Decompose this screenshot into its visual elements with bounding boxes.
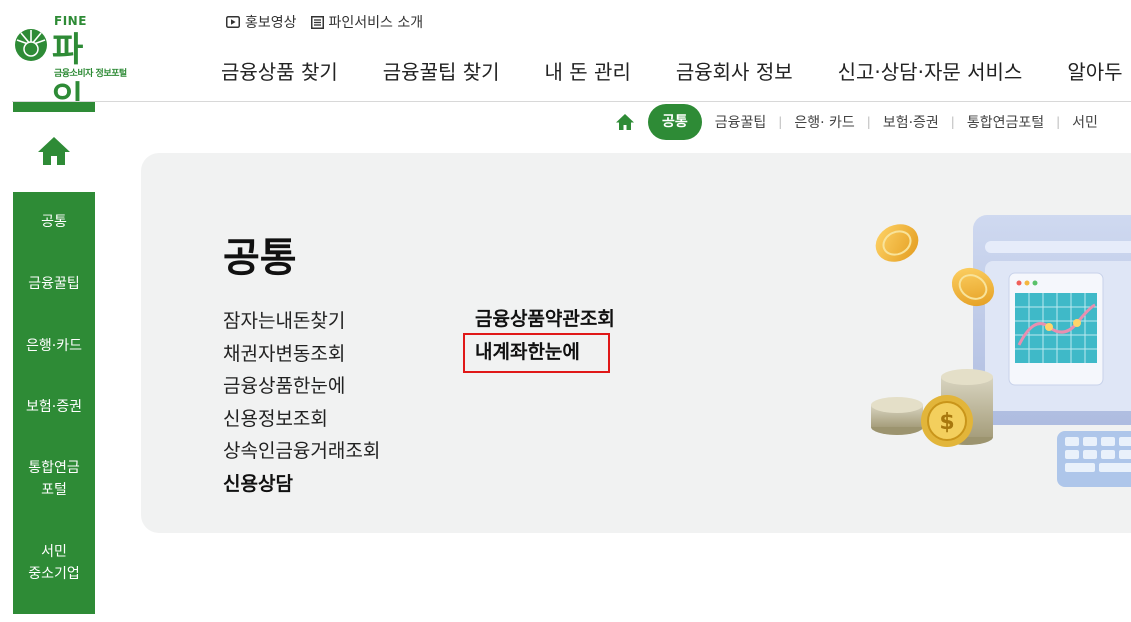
side-item-sme[interactable]: 서민 중소기업 [13,541,95,585]
main-nav: 금융상품 찾기 금융꿀팁 찾기 내 돈 관리 금융회사 정보 신고·상담·자문 … [221,56,1123,85]
link-credit-info[interactable]: 신용정보조회 [223,403,380,436]
nav-company-info[interactable]: 금융회사 정보 [676,56,793,85]
side-home-button[interactable] [13,102,95,190]
header-divider [12,101,1131,102]
panel-title: 공통 [223,235,297,281]
nav-financial-products[interactable]: 금융상품 찾기 [221,56,338,85]
link-terms-inquiry[interactable]: 금융상품약관조회 [475,303,615,336]
home-icon [616,114,634,130]
breadcrumb-tab-common[interactable]: 공통 [648,104,702,140]
side-item-common[interactable]: 공통 [13,211,95,233]
category-panel: 공통 잠자는내돈찾기 채권자변동조회 금융상품한눈에 신용정보조회 상속인금융거… [141,153,1131,533]
side-item-tips[interactable]: 금융꿀팁 [13,273,95,295]
service-intro-link[interactable]: 파인서비스 소개 [310,12,424,32]
utility-links: 홍보영상 파인서비스 소개 [226,12,423,32]
side-item-pension-portal[interactable]: 통합연금 포털 [13,457,95,501]
breadcrumb-separator: | [1056,115,1061,129]
promo-video-link[interactable]: 홍보영상 [226,12,297,32]
side-menu-list: 공통 금융꿀팁 은행·카드 보험·증권 통합연금 포털 서민 중소기업 [13,192,95,614]
nav-good-to-know[interactable]: 알아두 [1067,56,1122,85]
link-credit-counseling[interactable]: 신용상담 [223,468,380,501]
breadcrumb-separator: | [950,115,955,129]
logo-sun-icon [15,29,47,61]
side-item-bank-card[interactable]: 은행·카드 [13,335,95,357]
breadcrumb: 공통 금융꿀팁 | 은행· 카드 | 보험·증권 | 통합연금포털 | 서민 [614,104,1098,140]
breadcrumb-tab-insurance[interactable]: 보험·증권 [883,112,939,132]
breadcrumb-separator: | [778,115,783,129]
nav-report-consult[interactable]: 신고·상담·자문 서비스 [838,56,1023,85]
home-icon [38,137,70,165]
promo-video-label: 홍보영상 [245,15,297,31]
breadcrumb-home-button[interactable] [614,111,636,133]
site-logo[interactable]: FINE 파 인 금융소비자 정보포털 [12,14,142,119]
breadcrumb-tab-pension[interactable]: 통합연금포털 [967,112,1044,132]
link-products-at-a-glance[interactable]: 금융상품한눈에 [223,370,380,403]
finance-illustration: $ [871,215,1131,487]
highlight-box [463,333,610,373]
svg-text:$: $ [939,410,954,435]
service-list-left: 잠자는내돈찾기 채권자변동조회 금융상품한눈에 신용정보조회 상속인금융거래조회… [223,305,380,500]
nav-financial-tips[interactable]: 금융꿀팁 찾기 [383,56,500,85]
side-item-insurance-securities[interactable]: 보험·증권 [13,396,95,418]
service-intro-label: 파인서비스 소개 [328,15,424,31]
side-nav: 공통 금융꿀팁 은행·카드 보험·증권 통합연금 포털 서민 중소기업 [13,102,95,614]
breadcrumb-tab-tips[interactable]: 금융꿀팁 [715,112,767,132]
list-icon [310,15,324,29]
link-inheritance-inquiry[interactable]: 상속인금융거래조회 [223,435,380,468]
nav-my-money[interactable]: 내 돈 관리 [545,56,631,85]
link-dormant-money[interactable]: 잠자는내돈찾기 [223,305,380,338]
breadcrumb-tab-bank-card[interactable]: 은행· 카드 [794,112,854,132]
breadcrumb-separator: | [866,115,871,129]
logo-subtitle: 금융소비자 정보포털 [54,69,127,79]
link-creditor-change[interactable]: 채권자변동조회 [223,338,380,371]
breadcrumb-tab-sme[interactable]: 서민 [1072,112,1098,132]
play-icon [226,16,240,28]
